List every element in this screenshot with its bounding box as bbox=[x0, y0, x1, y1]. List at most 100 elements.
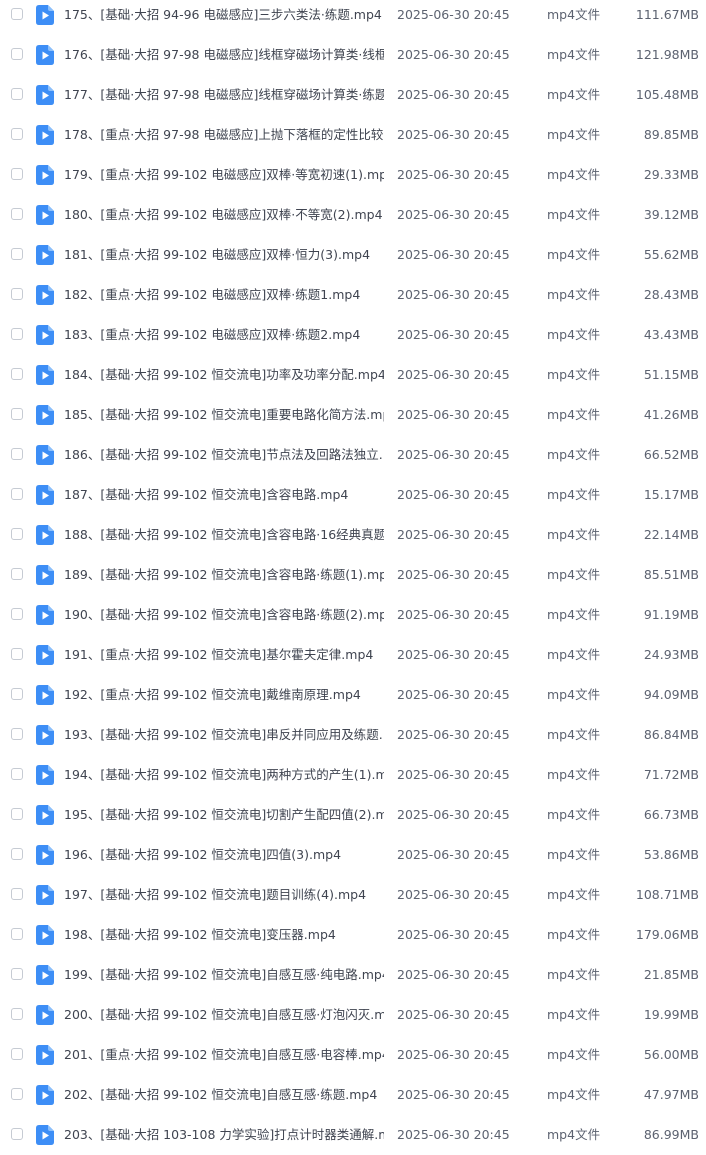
file-row[interactable]: 199、[基础·大招 99-102 恒交流电]自感互感·纯电路.mp4 2025… bbox=[0, 955, 706, 995]
file-row[interactable]: 194、[基础·大招 99-102 恒交流电]两种方式的产生(1).m... 2… bbox=[0, 755, 706, 795]
file-row[interactable]: 183、[重点·大招 99-102 电磁感应]双棒·练题2.mp4 2025-0… bbox=[0, 315, 706, 355]
row-checkbox[interactable] bbox=[11, 168, 23, 180]
file-name[interactable]: 183、[重点·大招 99-102 电磁感应]双棒·练题2.mp4 bbox=[64, 327, 384, 343]
file-row[interactable]: 176、[基础·大招 97-98 电磁感应]线框穿磁场计算类·线框... 202… bbox=[0, 35, 706, 75]
file-name[interactable]: 198、[基础·大招 99-102 恒交流电]变压器.mp4 bbox=[64, 927, 384, 943]
file-row[interactable]: 184、[基础·大招 99-102 恒交流电]功率及功率分配.mp4 2025-… bbox=[0, 355, 706, 395]
row-checkbox[interactable] bbox=[11, 848, 23, 860]
file-name[interactable]: 182、[重点·大招 99-102 电磁感应]双棒·练题1.mp4 bbox=[64, 287, 384, 303]
file-size: 121.98MB bbox=[635, 47, 699, 62]
file-name[interactable]: 193、[基础·大招 99-102 恒交流电]串反并同应用及练题.... bbox=[64, 727, 384, 743]
file-row[interactable]: 186、[基础·大招 99-102 恒交流电]节点法及回路法独立... 2025… bbox=[0, 435, 706, 475]
file-name[interactable]: 176、[基础·大招 97-98 电磁感应]线框穿磁场计算类·线框... bbox=[64, 47, 384, 63]
play-video-icon bbox=[36, 1005, 54, 1025]
play-video-icon bbox=[36, 125, 54, 145]
file-row[interactable]: 188、[基础·大招 99-102 恒交流电]含容电路·16经典真题·... 2… bbox=[0, 515, 706, 555]
play-video-icon bbox=[36, 1045, 54, 1065]
row-checkbox[interactable] bbox=[11, 808, 23, 820]
file-type: mp4文件 bbox=[547, 1007, 601, 1022]
file-name[interactable]: 197、[基础·大招 99-102 恒交流电]题目训练(4).mp4 bbox=[64, 887, 384, 903]
file-row[interactable]: 187、[基础·大招 99-102 恒交流电]含容电路.mp4 2025-06-… bbox=[0, 475, 706, 515]
file-name[interactable]: 200、[基础·大招 99-102 恒交流电]自感互感·灯泡闪灭.m... bbox=[64, 1007, 384, 1023]
file-row[interactable]: 180、[重点·大招 99-102 电磁感应]双棒·不等宽(2).mp4 202… bbox=[0, 195, 706, 235]
row-checkbox[interactable] bbox=[11, 88, 23, 100]
row-checkbox[interactable] bbox=[11, 528, 23, 540]
row-checkbox[interactable] bbox=[11, 8, 23, 20]
file-row[interactable]: 193、[基础·大招 99-102 恒交流电]串反并同应用及练题.... 202… bbox=[0, 715, 706, 755]
row-checkbox[interactable] bbox=[11, 488, 23, 500]
file-row[interactable]: 195、[基础·大招 99-102 恒交流电]切割产生配四值(2).m... 2… bbox=[0, 795, 706, 835]
file-name[interactable]: 177、[基础·大招 97-98 电磁感应]线框穿磁场计算类·练题... bbox=[64, 87, 384, 103]
file-row[interactable]: 197、[基础·大招 99-102 恒交流电]题目训练(4).mp4 2025-… bbox=[0, 875, 706, 915]
file-name[interactable]: 201、[重点·大招 99-102 恒交流电]自感互感·电容棒.mp4 bbox=[64, 1047, 384, 1063]
row-checkbox[interactable] bbox=[11, 328, 23, 340]
row-checkbox[interactable] bbox=[11, 448, 23, 460]
file-row[interactable]: 203、[基础·大招 103-108 力学实验]打点计时器类通解.m... 20… bbox=[0, 1115, 706, 1155]
file-date: 2025-06-30 20:45 bbox=[397, 167, 510, 182]
file-name[interactable]: 185、[基础·大招 99-102 恒交流电]重要电路化简方法.mp4 bbox=[64, 407, 384, 423]
play-video-icon bbox=[36, 925, 54, 945]
row-checkbox[interactable] bbox=[11, 288, 23, 300]
file-row[interactable]: 177、[基础·大招 97-98 电磁感应]线框穿磁场计算类·练题... 202… bbox=[0, 75, 706, 115]
file-row[interactable]: 192、[重点·大招 99-102 恒交流电]戴维南原理.mp4 2025-06… bbox=[0, 675, 706, 715]
row-checkbox[interactable] bbox=[11, 208, 23, 220]
file-name[interactable]: 196、[基础·大招 99-102 恒交流电]四值(3).mp4 bbox=[64, 847, 384, 863]
file-name[interactable]: 194、[基础·大招 99-102 恒交流电]两种方式的产生(1).m... bbox=[64, 767, 384, 783]
play-video-icon bbox=[36, 725, 54, 745]
file-size: 55.62MB bbox=[643, 247, 699, 262]
row-checkbox[interactable] bbox=[11, 688, 23, 700]
row-checkbox[interactable] bbox=[11, 728, 23, 740]
file-row[interactable]: 181、[重点·大招 99-102 电磁感应]双棒·恒力(3).mp4 2025… bbox=[0, 235, 706, 275]
file-name[interactable]: 175、[基础·大招 94-96 电磁感应]三步六类法·练题.mp4 bbox=[64, 7, 384, 23]
file-row[interactable]: 198、[基础·大招 99-102 恒交流电]变压器.mp4 2025-06-3… bbox=[0, 915, 706, 955]
file-name[interactable]: 187、[基础·大招 99-102 恒交流电]含容电路.mp4 bbox=[64, 487, 384, 503]
file-row[interactable]: 201、[重点·大招 99-102 恒交流电]自感互感·电容棒.mp4 2025… bbox=[0, 1035, 706, 1075]
row-checkbox[interactable] bbox=[11, 608, 23, 620]
file-row[interactable]: 182、[重点·大招 99-102 电磁感应]双棒·练题1.mp4 2025-0… bbox=[0, 275, 706, 315]
row-checkbox[interactable] bbox=[11, 928, 23, 940]
file-name[interactable]: 179、[重点·大招 99-102 电磁感应]双棒·等宽初速(1).mp4 bbox=[64, 167, 384, 183]
file-row[interactable]: 179、[重点·大招 99-102 电磁感应]双棒·等宽初速(1).mp4 20… bbox=[0, 155, 706, 195]
row-checkbox[interactable] bbox=[11, 128, 23, 140]
file-row[interactable]: 185、[基础·大招 99-102 恒交流电]重要电路化简方法.mp4 2025… bbox=[0, 395, 706, 435]
file-row[interactable]: 175、[基础·大招 94-96 电磁感应]三步六类法·练题.mp4 2025-… bbox=[0, 0, 706, 35]
row-checkbox[interactable] bbox=[11, 48, 23, 60]
file-name[interactable]: 178、[重点·大招 97-98 电磁感应]上抛下落框的定性比较... bbox=[64, 127, 384, 143]
file-name[interactable]: 199、[基础·大招 99-102 恒交流电]自感互感·纯电路.mp4 bbox=[64, 967, 384, 983]
row-checkbox[interactable] bbox=[11, 968, 23, 980]
row-checkbox[interactable] bbox=[11, 1008, 23, 1020]
file-name[interactable]: 180、[重点·大招 99-102 电磁感应]双棒·不等宽(2).mp4 bbox=[64, 207, 384, 223]
file-name[interactable]: 202、[基础·大招 99-102 恒交流电]自感互感·练题.mp4 bbox=[64, 1087, 384, 1103]
file-name[interactable]: 191、[重点·大招 99-102 恒交流电]基尔霍夫定律.mp4 bbox=[64, 647, 384, 663]
file-row[interactable]: 196、[基础·大招 99-102 恒交流电]四值(3).mp4 2025-06… bbox=[0, 835, 706, 875]
file-name[interactable]: 203、[基础·大招 103-108 力学实验]打点计时器类通解.m... bbox=[64, 1127, 384, 1143]
file-row[interactable]: 190、[基础·大招 99-102 恒交流电]含容电路·练题(2).mp4 20… bbox=[0, 595, 706, 635]
file-size: 22.14MB bbox=[643, 527, 699, 542]
file-size: 86.99MB bbox=[643, 1127, 699, 1142]
file-date: 2025-06-30 20:45 bbox=[397, 287, 510, 302]
file-name[interactable]: 184、[基础·大招 99-102 恒交流电]功率及功率分配.mp4 bbox=[64, 367, 384, 383]
file-name[interactable]: 188、[基础·大招 99-102 恒交流电]含容电路·16经典真题·... bbox=[64, 527, 384, 543]
row-checkbox[interactable] bbox=[11, 248, 23, 260]
file-name[interactable]: 190、[基础·大招 99-102 恒交流电]含容电路·练题(2).mp4 bbox=[64, 607, 384, 623]
file-row[interactable]: 200、[基础·大招 99-102 恒交流电]自感互感·灯泡闪灭.m... 20… bbox=[0, 995, 706, 1035]
file-name[interactable]: 189、[基础·大招 99-102 恒交流电]含容电路·练题(1).mp4 bbox=[64, 567, 384, 583]
file-name[interactable]: 186、[基础·大招 99-102 恒交流电]节点法及回路法独立... bbox=[64, 447, 384, 463]
file-row[interactable]: 189、[基础·大招 99-102 恒交流电]含容电路·练题(1).mp4 20… bbox=[0, 555, 706, 595]
row-checkbox[interactable] bbox=[11, 1128, 23, 1140]
file-row[interactable]: 178、[重点·大招 97-98 电磁感应]上抛下落框的定性比较... 2025… bbox=[0, 115, 706, 155]
row-checkbox[interactable] bbox=[11, 568, 23, 580]
file-name[interactable]: 181、[重点·大招 99-102 电磁感应]双棒·恒力(3).mp4 bbox=[64, 247, 384, 263]
file-row[interactable]: 202、[基础·大招 99-102 恒交流电]自感互感·练题.mp4 2025-… bbox=[0, 1075, 706, 1115]
row-checkbox[interactable] bbox=[11, 408, 23, 420]
row-checkbox[interactable] bbox=[11, 888, 23, 900]
row-checkbox[interactable] bbox=[11, 1048, 23, 1060]
file-name[interactable]: 192、[重点·大招 99-102 恒交流电]戴维南原理.mp4 bbox=[64, 687, 384, 703]
row-checkbox[interactable] bbox=[11, 368, 23, 380]
file-size: 179.06MB bbox=[635, 927, 699, 942]
row-checkbox[interactable] bbox=[11, 648, 23, 660]
row-checkbox[interactable] bbox=[11, 1088, 23, 1100]
file-name[interactable]: 195、[基础·大招 99-102 恒交流电]切割产生配四值(2).m... bbox=[64, 807, 384, 823]
file-row[interactable]: 191、[重点·大招 99-102 恒交流电]基尔霍夫定律.mp4 2025-0… bbox=[0, 635, 706, 675]
row-checkbox[interactable] bbox=[11, 768, 23, 780]
